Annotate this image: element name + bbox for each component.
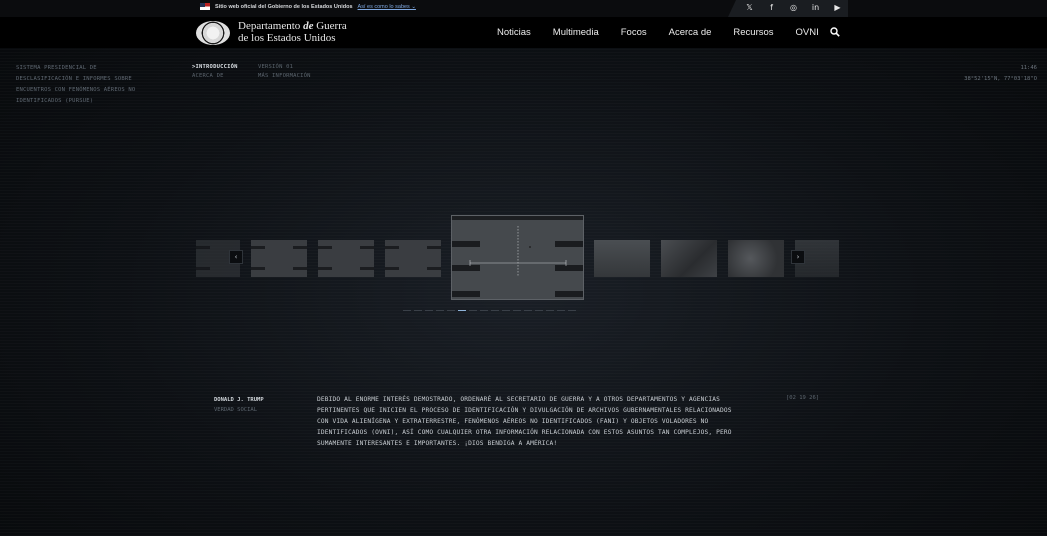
nav-item-acerca-de[interactable]: Acerca de xyxy=(669,27,712,38)
carousel-progress-dot[interactable] xyxy=(513,310,521,311)
gov-banner-link[interactable]: Así es como lo sabes ⌄ xyxy=(358,4,416,10)
nav-item-focos[interactable]: Focos xyxy=(621,27,647,38)
carousel-progress-indicator xyxy=(403,310,576,311)
nav-item-recursos[interactable]: Recursos xyxy=(733,27,773,38)
main-nav: Noticias Multimedia Focos Acerca de Recu… xyxy=(497,27,841,38)
pentagon-seal-icon[interactable] xyxy=(196,21,230,45)
clock-readout: 11:46 38°52'15"N, 77°03'18"O xyxy=(964,63,1037,85)
quote-author-block: DONALD J. TRUMP VERDAD SOCIAL xyxy=(214,395,264,415)
carousel-thumbnail[interactable] xyxy=(318,240,374,277)
gov-banner-content: Sitio web oficial del Gobierno de los Es… xyxy=(200,3,416,10)
carousel-progress-dot[interactable] xyxy=(535,310,543,311)
youtube-icon[interactable]: ▶ xyxy=(833,3,842,12)
section-menu-left: >INTRODUCCIÓN ACERCA DE xyxy=(192,63,238,81)
linkedin-icon[interactable]: in xyxy=(811,3,820,12)
carousel-progress-dot[interactable] xyxy=(524,310,532,311)
quote-text: DEBIDO AL ENORME INTERÉS DEMOSTRADO, ORD… xyxy=(317,396,732,447)
logo-word-de: de xyxy=(303,20,314,32)
section-menu-right: VERSIÓN 01 MÁS INFORMACIÓN xyxy=(258,63,311,81)
quote-timestamp: [02 19 26] xyxy=(786,395,820,401)
carousel-thumbnail[interactable] xyxy=(385,240,441,277)
logo-word-guerra: Guerra xyxy=(316,20,347,32)
carousel-progress-dot[interactable] xyxy=(425,310,433,311)
carousel-progress-dot[interactable] xyxy=(502,310,510,311)
nav-item-multimedia[interactable]: Multimedia xyxy=(553,27,599,38)
nav-item-ovni[interactable]: OVNI xyxy=(796,27,819,38)
logo-line-2: de los Estados Unidos xyxy=(238,32,336,44)
carousel-progress-dot[interactable] xyxy=(568,310,576,311)
carousel-progress-dot[interactable] xyxy=(557,310,565,311)
carousel-progress-dot[interactable] xyxy=(403,310,411,311)
facebook-icon[interactable]: f xyxy=(767,3,776,12)
x-icon[interactable]: 𝕏 xyxy=(745,3,754,12)
carousel-thumbnail[interactable] xyxy=(594,240,650,277)
carousel-active-frame[interactable] xyxy=(451,215,584,300)
menu-item-acerca-de[interactable]: ACERCA DE xyxy=(192,72,238,81)
carousel-thumbnail[interactable] xyxy=(251,240,307,277)
instagram-icon[interactable]: ◎ xyxy=(789,3,798,12)
carousel-progress-dot[interactable] xyxy=(480,310,488,311)
logo-word-departamento: Departamento xyxy=(238,20,301,32)
clock-time: 11:46 xyxy=(1020,65,1037,71)
carousel-progress-dot[interactable] xyxy=(546,310,554,311)
system-title: SISTEMA PRESIDENCIAL DE DESCLASIFICACIÓN… xyxy=(16,65,136,104)
carousel-next-button[interactable]: › xyxy=(791,250,805,264)
crosshair-icon xyxy=(469,226,567,276)
menu-item-version[interactable]: VERSIÓN 01 xyxy=(258,63,311,72)
menu-item-mas-informacion[interactable]: MÁS INFORMACIÓN xyxy=(258,72,311,81)
carousel-prev-button[interactable]: ‹ xyxy=(229,250,243,264)
search-icon[interactable] xyxy=(830,27,840,37)
gov-banner-text: Sitio web oficial del Gobierno de los Es… xyxy=(215,3,353,10)
carousel-progress-dot[interactable] xyxy=(491,310,499,311)
carousel-progress-dot[interactable] xyxy=(414,310,422,311)
quote-author: DONALD J. TRUMP xyxy=(214,397,264,403)
carousel-progress-dot[interactable] xyxy=(447,310,455,311)
menu-item-introduccion[interactable]: >INTRODUCCIÓN xyxy=(192,63,238,72)
carousel-thumbnail[interactable] xyxy=(661,240,717,277)
carousel-progress-dot[interactable] xyxy=(469,310,477,311)
site-logo-text[interactable]: Departamento de Guerra de los Estados Un… xyxy=(238,20,347,44)
clock-coordinates: 38°52'15"N, 77°03'18"O xyxy=(964,76,1037,82)
carousel-thumbnail[interactable] xyxy=(728,240,784,277)
us-flag-icon xyxy=(200,3,210,10)
social-icons: 𝕏 f ◎ in ▶ xyxy=(745,3,842,12)
carousel-progress-dot[interactable] xyxy=(458,310,466,311)
nav-item-noticias[interactable]: Noticias xyxy=(497,27,531,38)
gov-banner xyxy=(0,0,1047,17)
carousel-progress-dot[interactable] xyxy=(436,310,444,311)
quote-source: VERDAD SOCIAL xyxy=(214,407,258,413)
